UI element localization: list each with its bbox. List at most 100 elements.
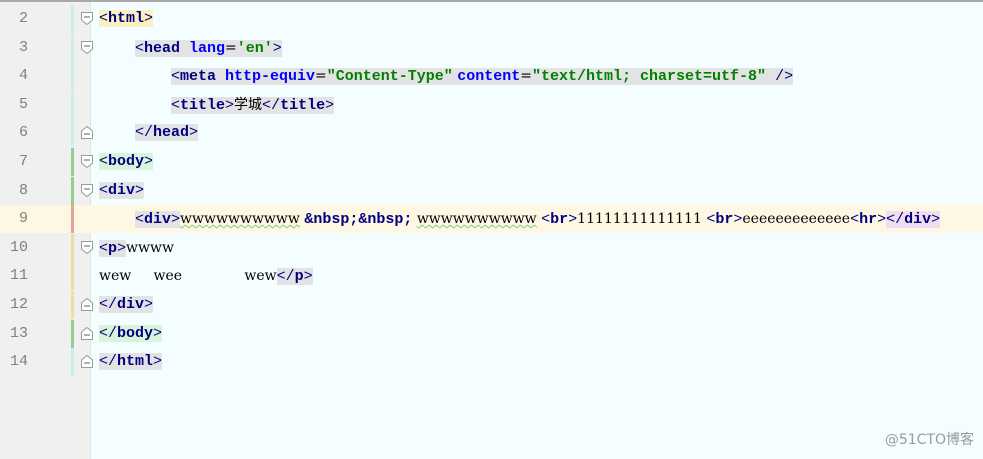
code-token-bracket: < [99,181,109,199]
code-token-bracket: </ [886,211,905,229]
code-text[interactable]: </html> [99,348,163,376]
change-marker [71,233,74,262]
code-token-entity: &nbsp;&nbsp; [304,211,413,229]
tag-match-highlight: </head> [135,124,199,142]
fold-expanded-icon[interactable] [81,183,93,197]
code-token-bracket: > [153,353,163,371]
code-token-bracket: > [325,96,335,114]
change-marker [71,119,74,148]
code-token-tag: p [294,268,304,286]
line-number: 11 [9,267,28,285]
change-marker [71,33,74,62]
fold-expanded-icon[interactable] [81,240,93,254]
code-token-text: = [225,39,237,56]
code-line[interactable]: 7 <body> [0,148,983,176]
fold-expanded-icon[interactable] [81,40,93,54]
tag-match-highlight: </p> [276,268,313,286]
code-token-bracket: < [99,10,109,27]
code-line[interactable]: 11 wew wee wew</p> [0,262,983,291]
code-text[interactable]: <p>wwww [99,234,174,262]
tag-match-highlight: <body> [99,153,154,170]
code-token-text: = [520,68,533,85]
code-token-bracket: < [171,96,181,114]
code-token-bracket: > [171,211,181,229]
code-token-bracket: > [225,96,235,114]
change-marker [71,348,74,377]
code-line[interactable]: 3 <head lang='en'> [0,33,983,62]
code-token-tag: body [108,153,145,170]
code-token-tag: hr [859,211,878,229]
code-token-bracket: < [135,39,145,57]
tag-match-highlight: <p> [99,239,127,257]
code-token-bracket: < [99,153,109,170]
code-text[interactable]: <html> [99,5,154,33]
code-line[interactable]: 2 <html> [0,5,983,33]
code-text[interactable]: <title>学城</title> [171,91,335,119]
code-line[interactable]: 10 <p>wwww [0,233,983,262]
code-token-tag: body [117,324,154,342]
tag-match-highlight: <html> [99,10,154,27]
code-token-value: "Content-Type" [326,68,453,86]
code-line[interactable]: 4 <meta http-equiv="Content-Type" content… [0,62,983,91]
code-text[interactable]: <div> [99,177,145,205]
code-token-bracket: > [568,211,578,229]
code-line[interactable]: 13 </body> [0,319,983,348]
line-number: 13 [9,324,28,342]
code-token-bracket: </ [99,296,118,313]
fold-end-icon[interactable] [81,326,93,340]
code-line[interactable]: 12 </div> [0,291,983,319]
tag-match-highlight: <head lang='en'> [135,39,282,57]
code-editor[interactable]: 2 <html> 3 <head lang='en'> 4 <meta http-equi… [0,2,983,459]
code-token-text: 学城 [234,96,263,113]
code-text[interactable]: </div> [99,291,154,319]
fold-expanded-icon[interactable] [81,155,93,168]
line-number: 14 [9,353,28,371]
change-marker [71,205,74,234]
fold-end-icon[interactable] [81,126,93,140]
line-number: 8 [18,181,28,199]
code-line[interactable]: 5 <title>学城</title> [0,90,983,119]
code-line[interactable]: 14 </html> [0,348,983,377]
code-text[interactable]: <head lang='en'> [135,34,282,62]
line-number: 3 [18,38,28,56]
code-text[interactable]: </head> [135,119,199,147]
code-token-bracket: < [171,68,181,86]
code-token-value: 'en' [236,39,273,57]
change-marker [71,291,74,319]
code-token-bracket: < [99,239,109,257]
code-line[interactable]: 8 <div> [0,176,983,205]
fold-end-icon[interactable] [81,298,93,311]
line-number: 2 [18,10,28,27]
fold-expanded-icon[interactable] [81,12,93,25]
line-number: 10 [9,238,28,256]
code-token-tag: div [108,181,136,199]
code-token-bracket: </ [276,268,295,286]
change-marker [71,5,74,33]
change-marker [71,62,74,91]
code-token-bracket: < [850,211,860,229]
tag-match-highlight: <title>学城</title> [171,96,335,114]
code-token-bracket: > [189,124,199,142]
fold-end-icon[interactable] [81,355,93,369]
code-text[interactable]: <body> [99,148,154,176]
code-line[interactable]: 6 </head> [0,119,983,148]
code-token-bracket: > [144,296,154,313]
line-number: 5 [18,95,28,113]
code-line[interactable]: 9 <div>wwwwwwwwww &nbsp;&nbsp; wwwwwwwwww… [0,205,983,234]
change-marker [71,176,74,205]
code-token-tag: head [144,39,190,57]
code-text[interactable]: </body> [99,320,163,348]
code-token-tag: head [153,124,190,142]
code-token-tag: p [108,239,118,257]
tag-match-highlight: <meta http-equiv="Content-Type" content=… [171,68,794,86]
code-token-tag: title [280,96,326,114]
tag-match-highlight: </body> [99,324,163,342]
code-text[interactable]: <div>wwwwwwwwww &nbsp;&nbsp; wwwwwwwwww … [135,205,941,233]
line-number: 12 [9,296,28,313]
change-marker [71,319,74,348]
code-token-tag: html [108,10,145,27]
code-token-bracket: </ [135,124,154,142]
code-text[interactable]: wew wee wew</p> [99,262,313,290]
code-text[interactable]: <meta http-equiv="Content-Type" content=… [171,62,794,90]
code-token-text: = [315,68,327,85]
